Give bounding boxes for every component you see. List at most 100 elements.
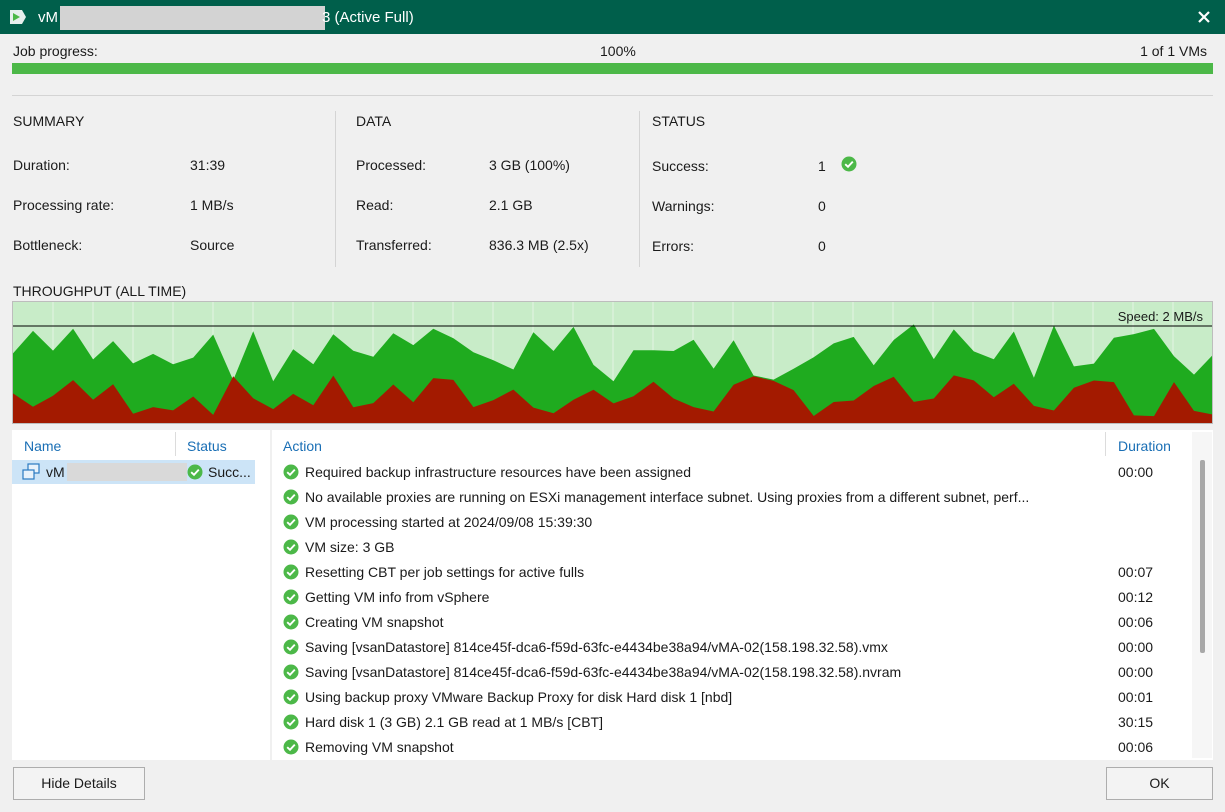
success-check-icon [283,514,299,530]
vm-icon [22,463,40,480]
log-row[interactable]: Resetting CBT per job settings for activ… [272,560,1192,585]
success-check-icon [283,539,299,555]
log-row[interactable]: Getting VM info from vSphere 00:12 [272,585,1192,610]
job-progress-label: Job progress: [13,43,98,59]
column-divider [175,432,176,456]
success-check-icon [187,464,203,480]
log-row[interactable]: Using backup proxy VMware Backup Proxy f… [272,685,1192,710]
vm-list-row[interactable]: vM Succ... [12,460,255,484]
success-check-icon [283,739,299,755]
success-check-icon [283,489,299,505]
read-label: Read: [356,197,394,213]
log-duration-text: 00:01 [1118,689,1154,705]
speed-label: Speed: 2 MB/s [1117,309,1203,324]
processed-value: 3 GB (100%) [489,157,570,173]
status-heading: STATUS [652,113,706,129]
title-redaction [60,6,325,30]
duration-label: Duration: [13,157,70,173]
vm-name: vM [46,464,65,480]
log-duration-text: 30:15 [1118,714,1154,730]
log-action-text: Creating VM snapshot [305,614,444,630]
log-action-text: Removing VM snapshot [305,739,454,755]
success-label: Success: [652,158,709,174]
log-row[interactable]: Required backup infrastructure resources… [272,460,1192,485]
vm-status: Succ... [208,464,251,480]
warnings-value: 0 [818,198,826,214]
column-header-name[interactable]: Name [24,438,61,454]
success-check-icon [283,464,299,480]
log-action-text: Saving [vsanDatastore] 814ce45f-dca6-f59… [305,639,888,655]
log-action-text: No available proxies are running on ESXi… [305,489,1030,505]
success-check-icon [283,639,299,655]
log-duration-text: 00:06 [1118,739,1154,755]
duration-value: 31:39 [190,157,226,173]
divider [12,95,1213,96]
log-action-text: Saving [vsanDatastore] 814ce45f-dca6-f59… [305,664,902,680]
throughput-chart: Speed: 2 MB/s [12,301,1213,424]
log-scrollbar[interactable] [1192,432,1212,758]
log-row[interactable]: VM size: 3 GB [272,535,1192,560]
log-duration-text: 00:00 [1118,639,1154,655]
log-duration-text: 00:07 [1118,564,1154,580]
log-row[interactable]: No available proxies are running on ESXi… [272,485,1192,510]
log-action-text: Resetting CBT per job settings for activ… [305,564,585,580]
processing-rate-value: 1 MB/s [190,197,234,213]
log-row[interactable]: Saving [vsanDatastore] 814ce45f-dca6-f59… [272,660,1192,685]
success-check-icon [283,689,299,705]
ok-button[interactable]: OK [1106,767,1213,800]
column-divider [1105,432,1106,456]
log-row[interactable]: VM processing started at 2024/09/08 15:3… [272,510,1192,535]
summary-heading: SUMMARY [13,113,85,129]
log-row[interactable]: Hard disk 1 (3 GB) 2.1 GB read at 1 MB/s… [272,710,1192,735]
success-check-icon [283,589,299,605]
throughput-heading: THROUGHPUT (ALL TIME) [13,283,187,299]
read-value: 2.1 GB [489,197,533,213]
log-action-text: Hard disk 1 (3 GB) 2.1 GB read at 1 MB/s… [305,714,603,730]
column-header-status[interactable]: Status [187,438,227,454]
success-check-icon [283,714,299,730]
log-scrollbar-thumb[interactable] [1200,460,1205,653]
hide-details-button[interactable]: Hide Details [13,767,145,800]
log-action-text: Required backup infrastructure resources… [305,464,692,480]
app-logo-icon [10,10,26,24]
throughput-chart-graphic [13,302,1212,423]
log-duration-text: 00:06 [1118,614,1154,630]
log-row[interactable]: Saving [vsanDatastore] 814ce45f-dca6-f59… [272,635,1192,660]
title-bar: vM 3 (Active Full) [0,0,1225,34]
section-divider [639,111,640,267]
success-check-icon [283,564,299,580]
log-duration-text: 00:00 [1118,664,1154,680]
processed-label: Processed: [356,157,427,173]
section-divider [335,111,336,267]
processing-rate-label: Processing rate: [13,197,115,213]
log-duration-text: 00:00 [1118,464,1154,480]
column-header-action[interactable]: Action [283,438,322,454]
job-progress-vm-count: 1 of 1 VMs [1140,43,1207,59]
log-row[interactable]: Creating VM snapshot 00:06 [272,610,1192,635]
log-duration-text: 00:12 [1118,589,1154,605]
job-progress-bar [12,63,1213,74]
log-action-text: VM size: 3 GB [305,539,395,555]
success-check-icon [283,614,299,630]
vm-name-redaction [67,463,187,481]
job-progress-percent: 100% [600,43,636,59]
success-check-icon [841,156,857,172]
job-progress-fill [12,63,1213,74]
log-action-text: Getting VM info from vSphere [305,589,490,605]
bottleneck-label: Bottleneck: [13,237,83,253]
window-title-suffix: 3 (Active Full) [322,9,414,26]
data-heading: DATA [356,113,392,129]
log-action-text: Using backup proxy VMware Backup Proxy f… [305,689,733,705]
close-icon[interactable] [1193,6,1215,28]
bottleneck-value: Source [190,237,235,253]
success-check-icon [283,664,299,680]
transferred-value: 836.3 MB (2.5x) [489,237,589,253]
errors-label: Errors: [652,238,694,254]
transferred-label: Transferred: [356,237,432,253]
log-action-text: VM processing started at 2024/09/08 15:3… [305,514,593,530]
log-row[interactable]: Removing VM snapshot 00:06 [272,735,1192,760]
errors-value: 0 [818,238,826,254]
column-header-duration[interactable]: Duration [1118,438,1171,454]
success-value: 1 [818,158,826,174]
window-title-prefix: vM [38,9,58,26]
